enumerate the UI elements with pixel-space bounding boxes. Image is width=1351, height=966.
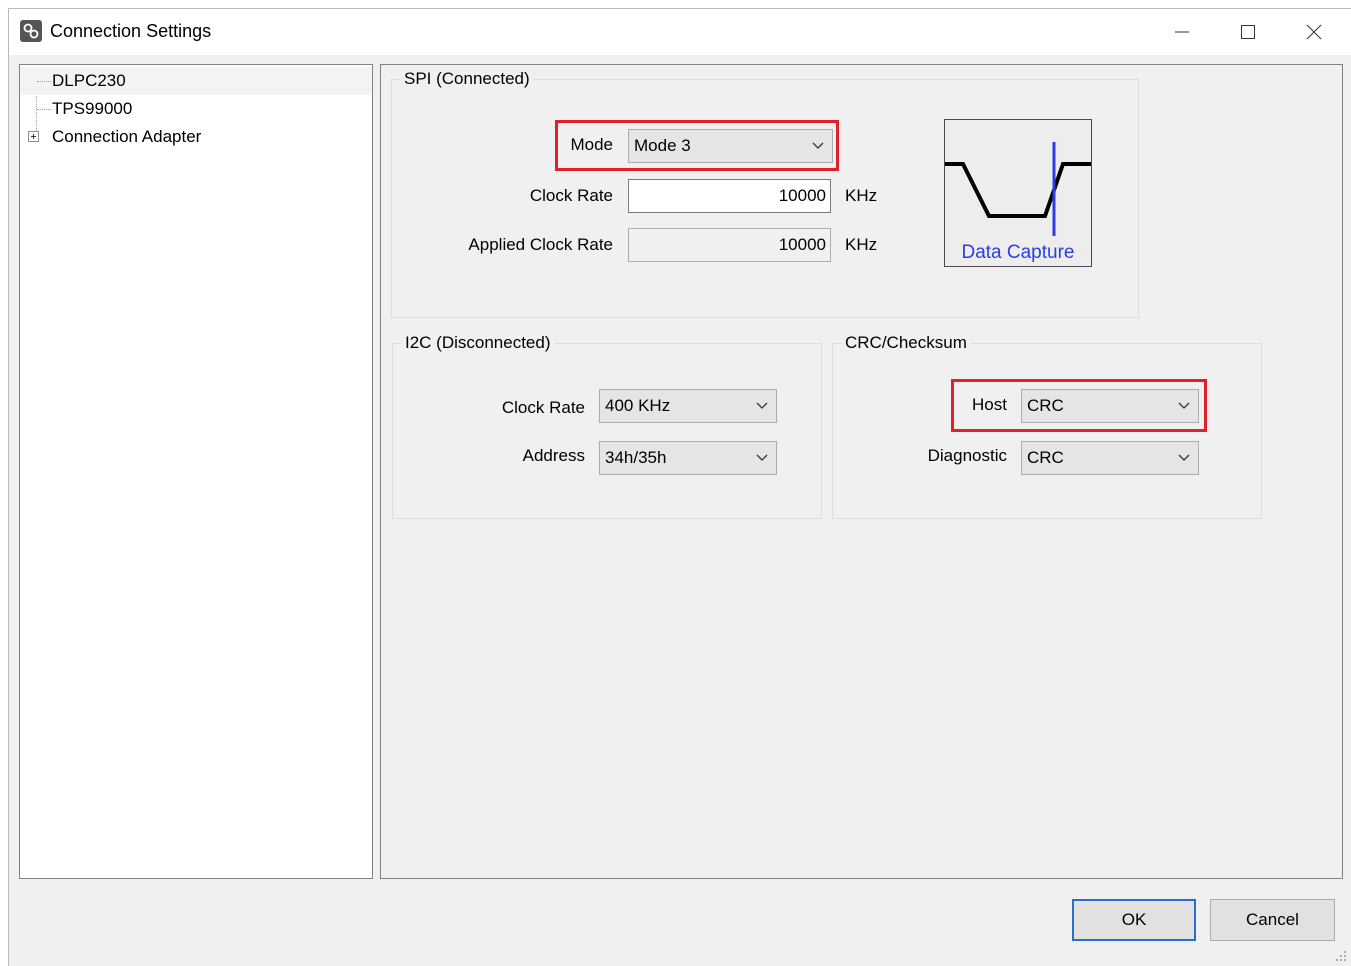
spi-clock-rate-unit: KHz	[845, 186, 878, 205]
minimize-button[interactable]	[1149, 9, 1215, 55]
i2c-clock-rate-select[interactable]: 400 KHz	[599, 389, 777, 423]
close-button[interactable]	[1281, 9, 1347, 55]
i2c-address-label: Address	[522, 446, 585, 465]
spi-clock-rate-input[interactable]	[629, 180, 830, 212]
tree-item-label: DLPC230	[52, 71, 126, 90]
applied-clock-rate-unit: KHz	[845, 235, 878, 254]
i2c-clock-rate-label: Clock Rate	[501, 398, 585, 417]
title-bar: Connection Settings	[9, 9, 1351, 55]
app-link-icon	[20, 20, 42, 42]
i2c-clock-rate-value: 400 KHz	[605, 396, 671, 415]
crc-group-legend: CRC/Checksum	[845, 333, 967, 352]
i2c-address-select[interactable]: 34h/35h	[599, 441, 777, 475]
tree-item-tps99000[interactable]: TPS99000	[20, 95, 372, 123]
tree-item-label: Connection Adapter	[52, 127, 202, 146]
i2c-group-legend: I2C (Disconnected)	[405, 333, 551, 352]
tree-item-connection-adapter[interactable]: Connection Adapter	[20, 123, 372, 151]
chevron-down-icon	[1178, 454, 1190, 461]
resize-grip-icon[interactable]	[1335, 950, 1347, 962]
crc-diagnostic-value: CRC	[1027, 448, 1064, 467]
minimize-icon	[1175, 31, 1189, 33]
mode-highlight-box	[555, 120, 839, 171]
i2c-address-value: 34h/35h	[605, 448, 667, 467]
chevron-down-icon	[756, 402, 768, 409]
maximize-button[interactable]	[1215, 9, 1281, 55]
spi-group-legend: SPI (Connected)	[404, 69, 530, 88]
ok-button[interactable]: OK	[1072, 899, 1196, 941]
tree-item-label: TPS99000	[52, 99, 133, 118]
cancel-button[interactable]: Cancel	[1210, 899, 1335, 941]
i2c-group: I2C (Disconnected)	[392, 333, 822, 519]
spi-clock-rate-field[interactable]	[628, 179, 831, 213]
device-tree[interactable]: DLPC230 TPS99000 Connection Adapter	[19, 64, 373, 879]
window-title: Connection Settings	[50, 21, 212, 41]
maximize-icon	[1241, 25, 1255, 39]
applied-clock-rate-field	[628, 228, 831, 262]
data-capture-label: Data Capture	[961, 242, 1075, 263]
chevron-down-icon	[756, 454, 768, 461]
connection-settings-window: Connection Settings DLPC230 TPS99000 Con…	[8, 8, 1351, 966]
tree-item-dlpc230[interactable]: DLPC230	[20, 67, 372, 95]
applied-clock-rate-input	[629, 229, 830, 261]
spi-clock-rate-label: Clock Rate	[529, 186, 613, 205]
applied-clock-rate-label: Applied Clock Rate	[468, 235, 613, 254]
data-capture-image: Data Capture	[944, 119, 1092, 267]
crc-diagnostic-label: Diagnostic	[927, 446, 1007, 465]
crc-diagnostic-select[interactable]: CRC	[1021, 441, 1199, 475]
expand-plus-icon[interactable]	[28, 131, 39, 142]
close-icon	[1306, 24, 1322, 40]
host-highlight-box	[951, 379, 1207, 432]
